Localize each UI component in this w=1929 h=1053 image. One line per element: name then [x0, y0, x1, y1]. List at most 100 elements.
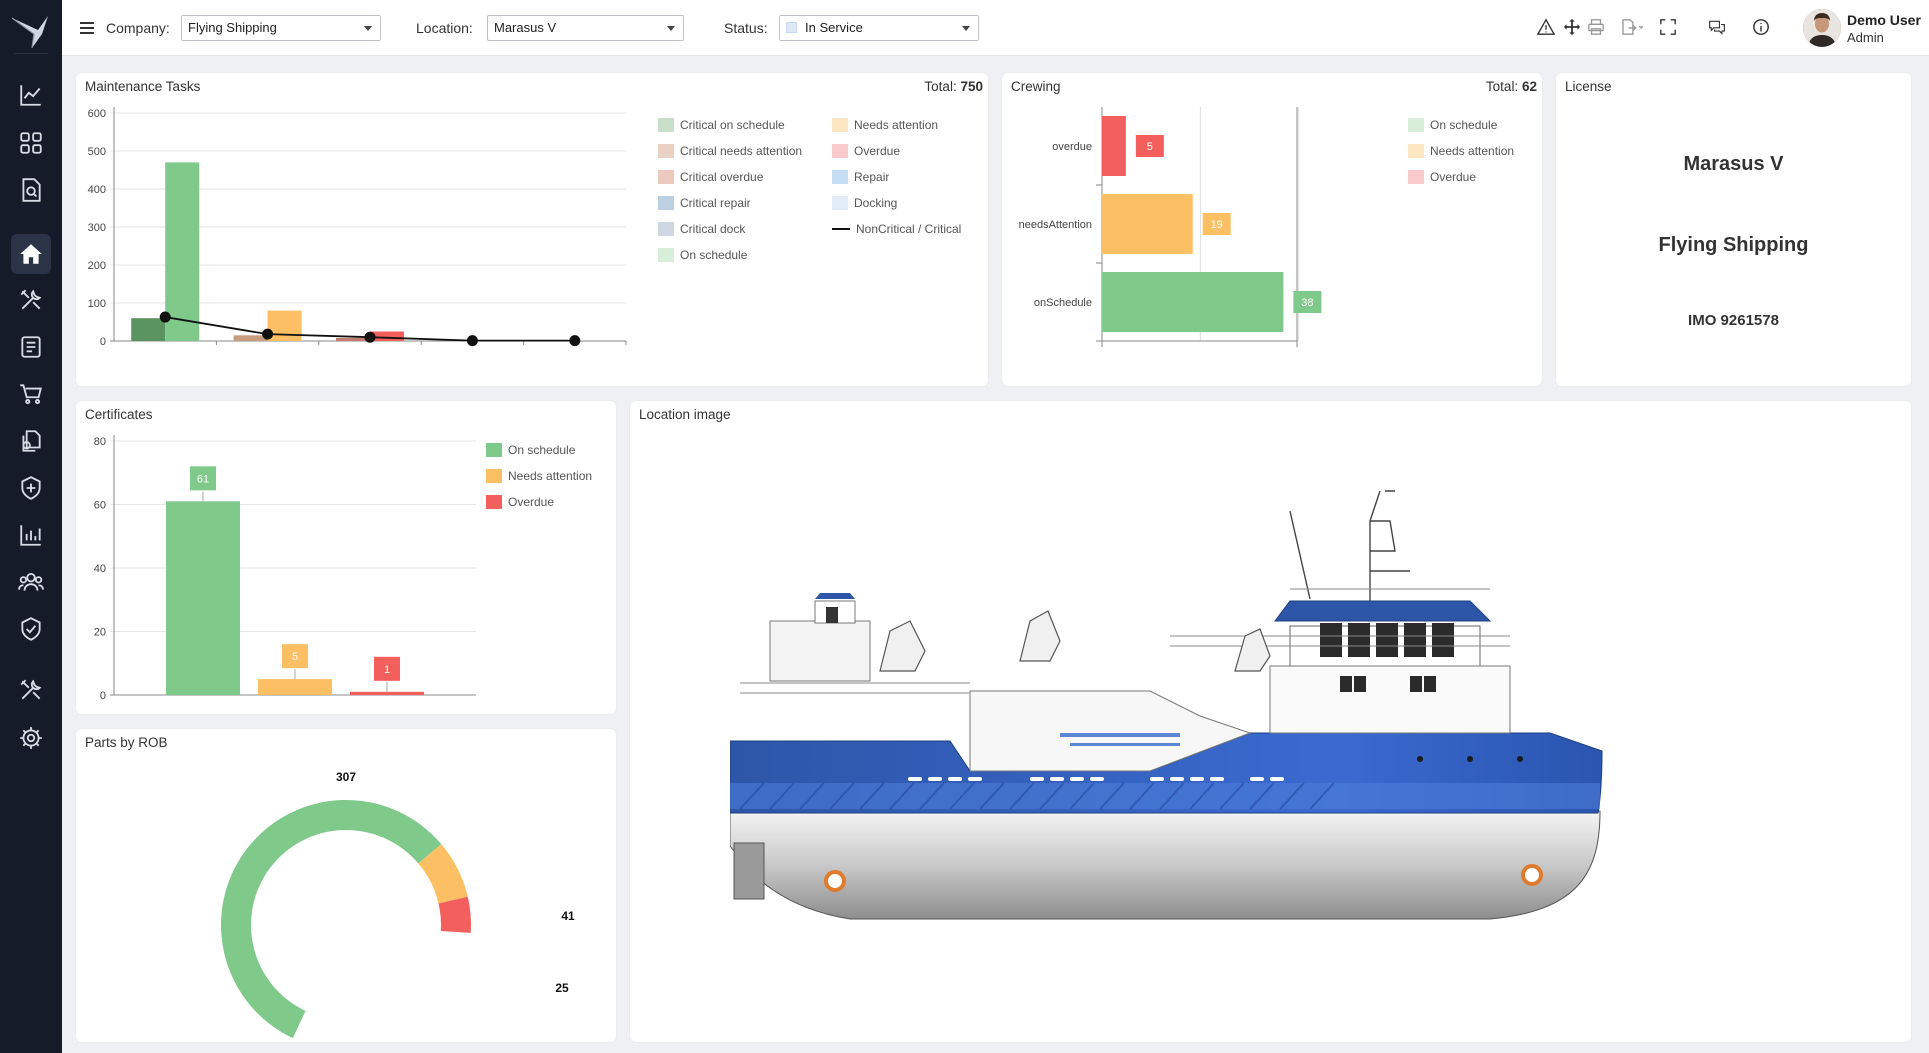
bar-critical [131, 318, 166, 341]
y-tick-label: 600 [88, 108, 106, 120]
y-tick-label: 300 [88, 222, 106, 234]
legend-label: Critical on schedule [680, 118, 785, 132]
parts-chart: 307 41 25 [221, 770, 575, 1039]
sidebar [0, 0, 62, 1053]
location-select[interactable]: Marasus V [487, 15, 684, 41]
menu-icon[interactable] [78, 19, 96, 37]
ratio-point [569, 335, 581, 347]
status-select-value: In Service [805, 20, 863, 35]
legend-item[interactable]: Overdue [1408, 170, 1476, 184]
certificates-chart: 0 20 40 60 80 61 5 1 [94, 435, 476, 702]
location-select-value: Marasus V [494, 20, 557, 35]
company-select[interactable]: Flying Shipping [181, 15, 381, 41]
legend-label: Overdue [854, 144, 901, 158]
gauge-label: 41 [561, 909, 575, 923]
chat-icon[interactable] [1706, 16, 1728, 38]
legend-item[interactable]: Overdue [832, 144, 900, 158]
document-search-icon[interactable] [11, 170, 51, 210]
legend-label: Needs attention [1430, 144, 1515, 158]
gauge-label: 307 [336, 770, 356, 784]
shield-plus-icon[interactable] [11, 468, 51, 508]
legend-swatch [658, 170, 674, 184]
data-label: 19 [1211, 219, 1223, 231]
crew-bar [1102, 194, 1193, 254]
export-icon[interactable] [1617, 16, 1647, 38]
card-title: Crewing [1011, 79, 1061, 94]
parts-by-rob-card: Parts by ROB 307 41 25 [76, 729, 616, 1042]
status-select[interactable]: In Service [779, 15, 979, 41]
legend-label: On schedule [1430, 118, 1498, 132]
legend-item[interactable]: Repair [832, 170, 889, 184]
y-tick-label: 0 [100, 336, 106, 348]
analytics-icon[interactable] [11, 75, 51, 115]
data-label: 38 [1301, 297, 1313, 309]
avatar[interactable] [1803, 9, 1841, 47]
y-tick-label: 0 [100, 690, 106, 702]
crew-bar [1102, 116, 1126, 176]
category-label: needsAttention [1019, 219, 1092, 231]
info-icon[interactable] [1750, 16, 1772, 38]
bar-chart-icon[interactable] [11, 515, 51, 555]
card-title: License [1565, 79, 1612, 94]
company-label: Company: [106, 20, 170, 36]
chevron-down-icon [667, 26, 675, 31]
legend-item[interactable]: NonCritical / Critical [832, 222, 961, 236]
users-icon[interactable] [11, 562, 51, 602]
legend-label: Docking [854, 196, 898, 210]
card-title: Certificates [85, 407, 153, 422]
alert-icon[interactable] [1535, 16, 1557, 38]
data-label: 5 [292, 651, 298, 663]
legend-item[interactable]: Critical overdue [658, 170, 763, 184]
data-label: 5 [1147, 141, 1153, 153]
gear-icon[interactable] [11, 718, 51, 758]
status-label: Status: [724, 20, 768, 36]
legend-item[interactable]: Critical dock [658, 222, 745, 236]
legend-item[interactable]: Critical repair [658, 196, 751, 210]
crewing-chart: overdue 5 needsAttention 19 onSchedule 38 [1019, 107, 1322, 347]
print-icon[interactable] [1585, 16, 1607, 38]
legend-label: Overdue [1430, 170, 1477, 184]
documents-icon[interactable] [11, 421, 51, 461]
legend-item[interactable]: On schedule [1408, 118, 1497, 132]
category-label: overdue [1052, 141, 1092, 153]
cart-icon[interactable] [11, 374, 51, 414]
data-label: 1 [384, 664, 390, 676]
license-vessel: Marasus V [1683, 153, 1784, 175]
y-tick-label: 100 [88, 298, 106, 310]
shield-check-icon[interactable] [11, 609, 51, 649]
legend-label: On schedule [508, 443, 576, 457]
maintenance-chart: 0 100 200 300 400 500 600 [88, 107, 627, 348]
tools-icon[interactable] [11, 280, 51, 320]
legend-item[interactable]: Overdue [486, 495, 554, 509]
legend-item[interactable]: Needs attention [486, 469, 592, 483]
cert-bar [350, 691, 424, 695]
grid-icon[interactable] [11, 123, 51, 163]
legend-item[interactable]: Critical needs attention [658, 144, 802, 158]
legend-item[interactable]: Critical on schedule [658, 118, 785, 132]
card-title: Location image [639, 407, 731, 422]
legend-swatch [832, 196, 848, 210]
legend-item[interactable]: On schedule [486, 443, 575, 457]
wrench-cross-icon[interactable] [11, 670, 51, 710]
user-name[interactable]: Demo User [1847, 12, 1921, 28]
location-label: Location: [416, 20, 473, 36]
y-tick-label: 500 [88, 146, 106, 158]
legend-item[interactable]: Needs attention [1408, 144, 1514, 158]
y-tick-label: 40 [94, 563, 106, 575]
app-logo[interactable] [8, 8, 54, 54]
bar-noncritical [267, 310, 302, 341]
legend-swatch [1408, 144, 1424, 158]
license-company: Flying Shipping [1658, 234, 1809, 256]
legend-item[interactable]: Needs attention [832, 118, 938, 132]
legend-label: Needs attention [508, 469, 593, 483]
home-icon[interactable] [11, 234, 51, 274]
legend-item[interactable]: On schedule [658, 248, 747, 262]
total-value: 62 [1521, 79, 1537, 94]
legend-item[interactable]: Docking [832, 196, 897, 210]
checklist-icon[interactable] [11, 327, 51, 367]
fullscreen-icon[interactable] [1657, 16, 1679, 38]
location-image-card: Location image [630, 401, 1911, 1042]
legend-swatch [658, 196, 674, 210]
maintenance-tasks-card: Maintenance Tasks Total: 750 0 100 200 300 4… [76, 73, 988, 386]
move-icon[interactable] [1561, 16, 1583, 38]
